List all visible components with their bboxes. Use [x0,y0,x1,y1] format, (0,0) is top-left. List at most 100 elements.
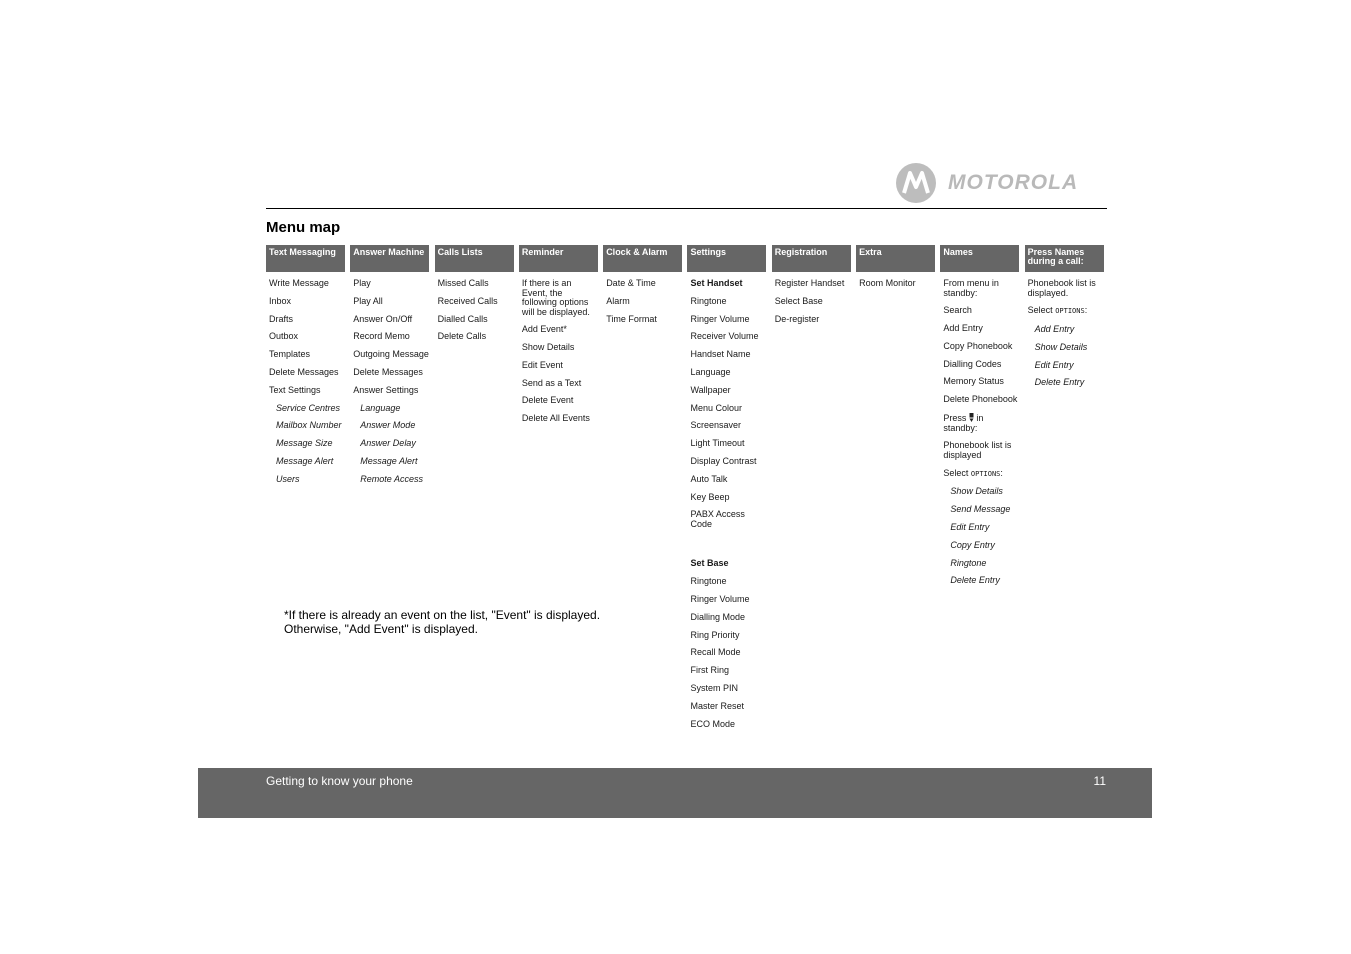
options-key-label: OPTIONS [1055,307,1085,316]
menu-item: Play [353,278,429,289]
menu-item: Search [943,306,1019,316]
menu-item: Mailbox Number [269,421,345,431]
menu-item: Message Size [269,438,345,449]
menu-item: Set Handset [690,278,766,289]
menu-map-columns: Text Messaging Write Message Inbox Drafts Ou… [266,245,1104,737]
menu-item: Remote Access [353,474,429,485]
menu-item-label: Add Entry [1034,324,1075,335]
menu-item-label: Delete Calls [437,331,487,342]
menu-item: Outbox [269,332,345,342]
menu-item-label: Register Handset [774,278,845,288]
menu-item: Ring Priority [690,629,766,641]
menu-item-label: Recall Mode [690,647,741,658]
menu-item: Receiver Volume [690,332,766,342]
menu-item-label: De-register [774,313,820,324]
menu-item-label: Set Base [690,558,729,569]
menu-item: Phonebook list is displayed [943,441,1019,460]
menu-item-label: Delete All Events [521,413,590,424]
menu-item-label: Menu Colour [690,402,743,413]
menu-item: Auto Talk [690,474,766,485]
menu-item: Received Calls [438,296,514,307]
menu-item-label: Delete Entry [1034,377,1085,388]
menu-item: ECO Mode [690,718,766,730]
menu-column: Settings Set Handset Ringtone Ringer Volume… [687,245,767,737]
menu-column: Answer Machine Play Play All Answer On/Off R… [350,245,430,737]
menu-item-label: Ringtone [950,557,987,568]
menu-item: Answer Delay [353,438,429,449]
menu-item: Missed Calls [438,278,514,289]
menu-item-label: Show Details [1034,341,1088,352]
menu-item-label: Ringtone [690,576,727,587]
menu-item: Edit Entry [943,522,1019,533]
menu-item: Press in standby: [943,413,1019,433]
menu-item: Phonebook list is displayed. [1027,278,1104,298]
menu-item: Select Base [775,296,851,307]
menu-item-label: Service Centres [276,402,341,413]
menu-item: Delete Entry [943,576,1019,586]
menu-item-label: Record Memo [353,331,410,342]
menu-item: Wallpaper [690,385,766,396]
menu-item-label: Memory Status [943,376,1004,387]
menu-item: PABX Access Code [690,510,766,529]
menu-item-label: Delete Event [521,395,574,406]
menu-item-label: From menu in standby: [943,278,999,298]
menu-item-label: Delete Messages [269,366,339,377]
menu-item: Menu Colour [690,402,766,414]
menu-item-label: Answer On/Off [353,313,413,324]
menu-item: Memory Status [943,377,1019,387]
menu-item: Answer Mode [353,421,429,431]
menu-item-label: Ring Priority [690,629,740,640]
menu-item: Ringtone [690,576,766,587]
menu-item: De-register [774,313,851,325]
menu-item: Answer Settings [353,385,429,396]
menu-column-header: Press Names during a call: [1024,245,1104,272]
menu-item-suffix: : [1084,305,1088,316]
menu-item: Send as a Text [522,378,598,389]
menu-item: Inbox [269,296,345,307]
menu-column: Calls Lists Missed Calls Received Calls Dia… [434,245,514,737]
menu-item: Users [269,474,345,485]
options-key-label: OPTIONS [970,469,1001,478]
menu-item: Ringtone [690,296,766,307]
menu-item-label: ECO Mode [690,718,736,729]
menu-item-label: Light Timeout [690,438,745,449]
menu-item: Edit Event [522,360,598,371]
menu-item: Write Message [269,278,345,289]
menu-item: Copy Entry [943,540,1019,551]
menu-column-header: Calls Lists [434,245,514,272]
menu-item: Set Base [690,559,766,569]
menu-item-label: Select [1027,305,1056,316]
menu-column-header: Settings [687,245,767,272]
menu-item-list: Write Message Inbox Drafts Outbox Templates D… [266,272,345,484]
menu-item: Select OPTIONS: [943,468,1019,480]
footer-section-title: Getting to know your phone [266,774,413,788]
menu-item: Record Memo [353,332,429,342]
menu-item-label: Edit Entry [1034,359,1074,370]
menu-item: Delete Messages [353,367,429,378]
menu-item: Recall Mode [690,648,766,658]
menu-item-label: Search [943,305,972,316]
menu-item-label: Answer Delay [360,438,416,449]
menu-item-label: PABX Access Code [690,509,745,529]
menu-item-label: Play All [353,295,383,306]
footnote: *If there is already an event on the lis… [284,608,600,636]
menu-item: Display Contrast [690,456,766,467]
menu-item: Delete Event [522,396,598,406]
footnote-line-1: *If there is already an event on the lis… [284,608,601,622]
menu-item-label: Phonebook list is displayed. [1027,278,1096,298]
menu-item: Delete All Events [522,414,598,424]
menu-item-label: Answer Mode [360,420,416,431]
menu-item: Edit Entry [1028,359,1104,371]
menu-item-label: Language [360,402,401,413]
menu-column: Names From menu in standby: Search Add Entr… [940,245,1020,737]
menu-item-label: Drafts [269,313,294,324]
menu-column: Registration Register Handset Select Base D… [771,245,851,737]
menu-item-label: Master Reset [690,700,745,711]
menu-item-list: If there is an Event, the following opti… [519,272,598,424]
menu-item: Room Monitor [859,278,935,289]
menu-item-label: Templates [269,349,311,360]
menu-item: Dialling Codes [943,359,1019,370]
menu-item: Register Handset [774,278,851,289]
menu-item-label: Show Details [521,342,575,353]
menu-item-label: Press [943,413,967,424]
